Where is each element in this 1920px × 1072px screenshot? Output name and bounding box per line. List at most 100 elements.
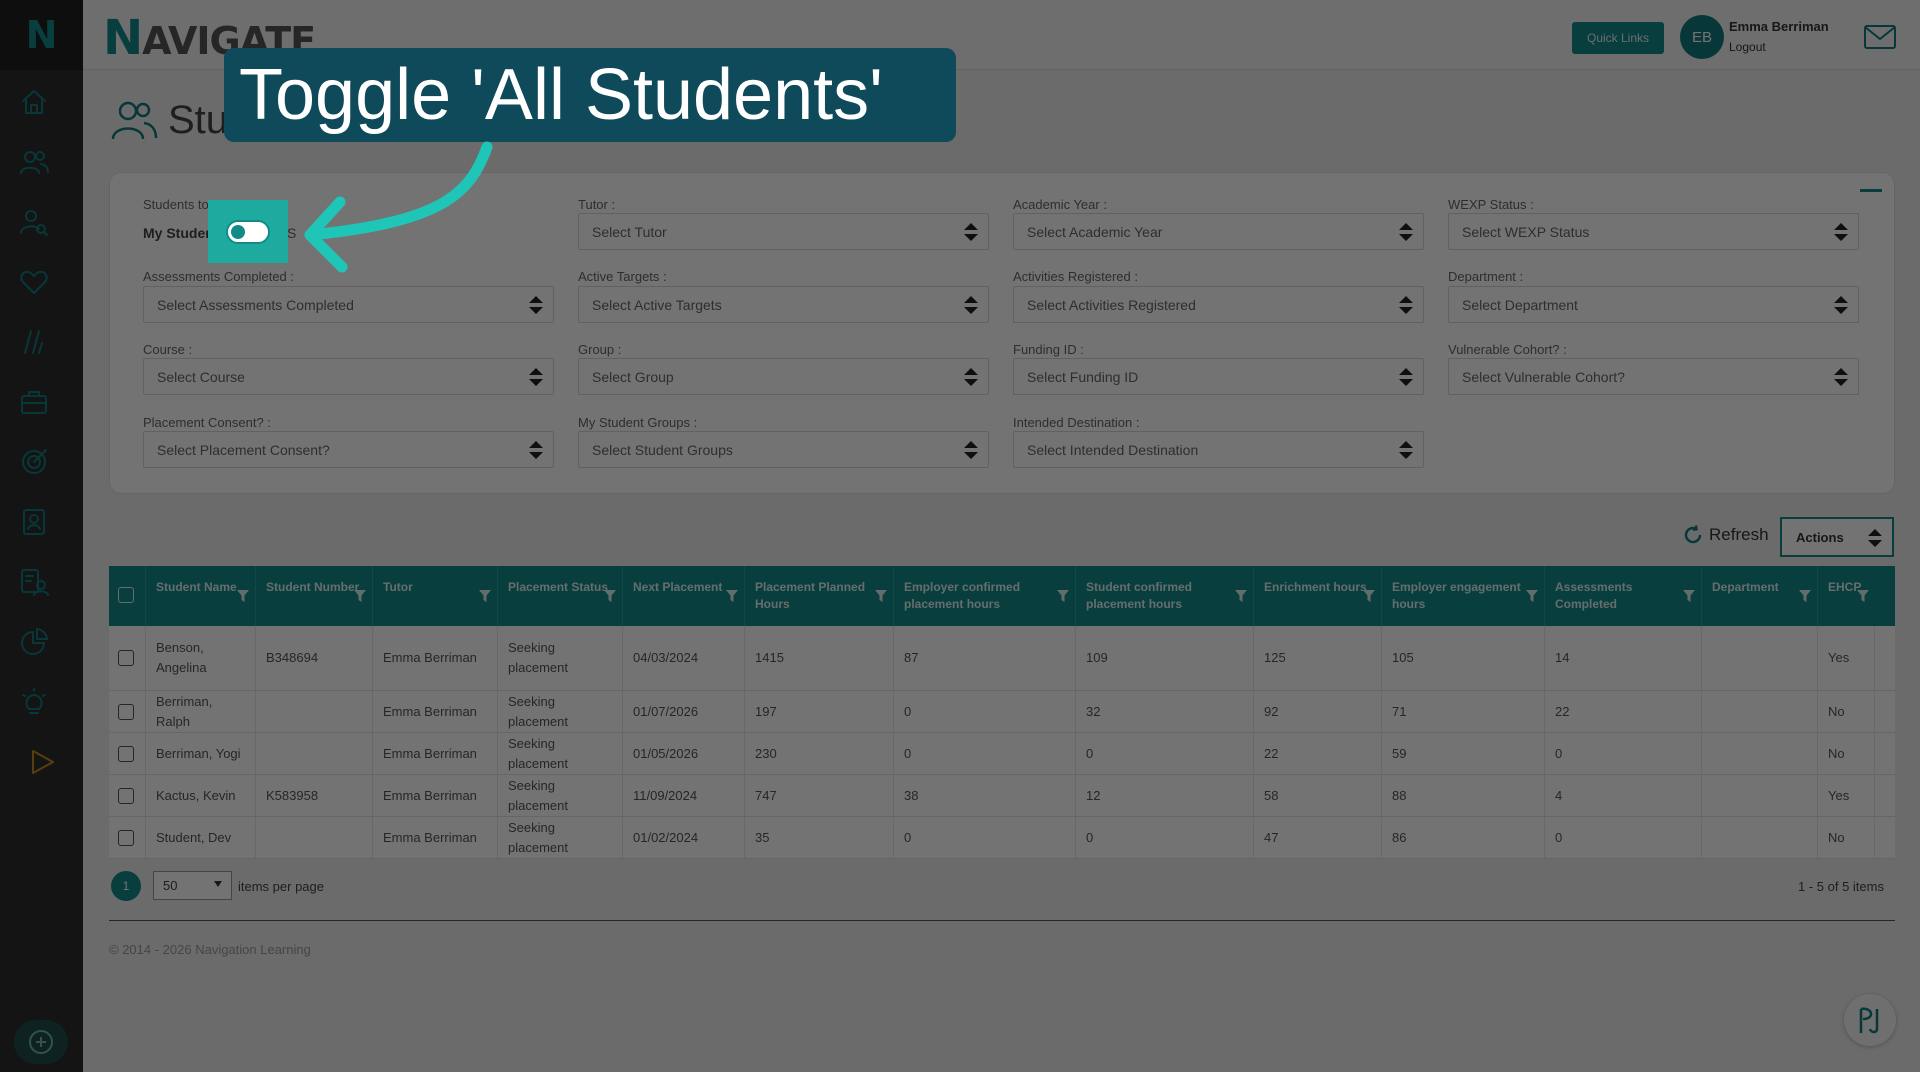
column-header-student-number[interactable]: Student Number — [256, 566, 373, 626]
column-header-tutor[interactable]: Tutor — [373, 566, 498, 626]
actions-button[interactable]: Actions — [1780, 517, 1894, 557]
filter-icon[interactable] — [1057, 590, 1069, 602]
filter-icon[interactable] — [1683, 590, 1695, 602]
caret-down-icon — [214, 881, 222, 887]
row-checkbox[interactable] — [118, 650, 134, 666]
cell-student-number — [256, 691, 373, 732]
slashes-icon[interactable] — [16, 324, 52, 360]
filter-icon[interactable] — [354, 590, 366, 602]
column-header-assessments-completed[interactable]: Assessments Completed — [1545, 566, 1702, 626]
table-row[interactable]: Benson, Angelina B348694 Emma Berriman Seek… — [109, 626, 1895, 691]
all-students-toggle[interactable] — [226, 219, 270, 244]
cell-next-placement: 01/02/2024 — [623, 817, 745, 858]
vulnerable-cohort-select[interactable]: Select Vulnerable Cohort? — [1448, 358, 1859, 395]
table-row[interactable]: Berriman, Yogi Emma Berriman Seeking place… — [109, 733, 1895, 775]
column-header-enrichment-hours[interactable]: Enrichment hours — [1254, 566, 1382, 626]
cell-enrichment-hours: 22 — [1254, 733, 1382, 774]
sidebar-logo[interactable]: N — [0, 0, 83, 70]
course-select-value: Select Course — [157, 369, 245, 385]
add-button[interactable] — [14, 1020, 68, 1064]
cell-placement-status: Seeking placement — [498, 626, 623, 690]
target-icon[interactable] — [16, 444, 52, 480]
academic-year-select[interactable]: Select Academic Year — [1013, 213, 1424, 250]
select-all-checkbox[interactable] — [118, 587, 134, 603]
intended-destination-select[interactable]: Select Intended Destination — [1013, 431, 1424, 468]
placement-consent-select[interactable]: Select Placement Consent? — [143, 431, 554, 468]
column-header-ehcp[interactable]: EHCP — [1818, 566, 1875, 626]
cell-department — [1702, 775, 1818, 816]
refresh-button[interactable]: Refresh — [1683, 525, 1769, 545]
filter-icon[interactable] — [1526, 590, 1538, 602]
column-header-employer-confirmed-placement-hours[interactable]: Employer confirmed placement hours — [894, 566, 1076, 626]
cell-student-confirmed-placement-hours: 109 — [1076, 626, 1254, 690]
users-icon[interactable] — [16, 144, 52, 180]
filter-icon[interactable] — [1235, 590, 1247, 602]
mail-icon[interactable] — [1863, 24, 1899, 52]
cell-placement-status: Seeking placement — [498, 691, 623, 732]
table-row[interactable]: Kactus, Kevin K583958 Emma Berriman Seeking… — [109, 775, 1895, 817]
student-groups-select[interactable]: Select Student Groups — [578, 431, 989, 468]
user-search-icon[interactable] — [16, 204, 52, 240]
collapse-panel-button[interactable] — [1860, 189, 1882, 192]
home-icon[interactable] — [16, 84, 52, 120]
row-checkbox[interactable] — [118, 829, 134, 846]
row-checkbox[interactable] — [118, 703, 134, 720]
row-checkbox[interactable] — [118, 787, 134, 804]
heart-icon[interactable] — [16, 264, 52, 300]
column-header-student-confirmed-placement-hours[interactable]: Student confirmed placement hours — [1076, 566, 1254, 626]
table-row[interactable]: Student, Dev Emma Berriman Seeking placeme… — [109, 817, 1895, 859]
wexp-status-select[interactable]: Select WEXP Status — [1448, 213, 1859, 250]
activities-registered-select[interactable]: Select Activities Registered — [1013, 286, 1424, 323]
actions-label: Actions — [1796, 529, 1844, 545]
cell-employer-engagement-hours: 71 — [1382, 691, 1545, 732]
page-button-current[interactable]: 1 — [111, 871, 141, 901]
department-select[interactable]: Select Department — [1448, 286, 1859, 323]
cell-employer-engagement-hours: 59 — [1382, 733, 1545, 774]
tutor-select[interactable]: Select Tutor — [578, 213, 989, 250]
assessments-completed-select[interactable]: Select Assessments Completed — [143, 286, 554, 323]
contact-card-icon[interactable] — [16, 504, 52, 540]
cell-tutor: Emma Berriman — [373, 691, 498, 732]
team-document-icon[interactable] — [16, 564, 52, 600]
play-icon[interactable] — [24, 744, 60, 780]
course-label: Course : — [143, 342, 193, 357]
column-header-department[interactable]: Department — [1702, 566, 1818, 626]
sort-arrows-icon — [1834, 223, 1848, 241]
select-all-cell — [109, 566, 146, 626]
logout-link[interactable]: Logout — [1729, 40, 1766, 54]
group-select[interactable]: Select Group — [578, 358, 989, 395]
column-header-student-name[interactable]: Student Name — [146, 566, 256, 626]
items-per-page-select[interactable]: 50 — [153, 871, 232, 900]
cell-student-confirmed-placement-hours: 0 — [1076, 733, 1254, 774]
table-row[interactable]: Berriman, Ralph Emma Berriman Seeking plac… — [109, 691, 1895, 733]
cell-student-number — [256, 817, 373, 858]
filter-icon[interactable] — [726, 590, 738, 602]
filter-icon[interactable] — [1363, 590, 1375, 602]
quick-links-button[interactable]: Quick Links — [1572, 22, 1664, 54]
funding-id-select[interactable]: Select Funding ID — [1013, 358, 1424, 395]
filter-icon[interactable] — [875, 590, 887, 602]
column-header-placement-status[interactable]: Placement Status — [498, 566, 623, 626]
row-checkbox[interactable] — [118, 745, 134, 762]
row-select-cell — [109, 775, 146, 816]
course-select[interactable]: Select Course — [143, 358, 554, 395]
briefcase-icon[interactable] — [16, 384, 52, 420]
cell-placement-planned-hours: 1415 — [745, 626, 894, 690]
filter-icon[interactable] — [479, 590, 491, 602]
vulnerable-cohort-label: Vulnerable Cohort? : — [1448, 342, 1567, 357]
filter-icon[interactable] — [604, 590, 616, 602]
column-header-employer-engagement-hours[interactable]: Employer engagement hours — [1382, 566, 1545, 626]
column-header-placement-planned-hours[interactable]: Placement Planned Hours — [745, 566, 894, 626]
active-targets-select[interactable]: Select Active Targets — [578, 286, 989, 323]
help-widget-button[interactable] — [1844, 994, 1896, 1046]
copyright: © 2014 - 2026 Navigation Learning — [109, 942, 311, 957]
tutorial-callout: Toggle 'All Students' — [224, 48, 956, 142]
filter-icon[interactable] — [1857, 590, 1869, 602]
pointer-arrow-icon — [280, 130, 500, 290]
pie-chart-icon[interactable] — [16, 624, 52, 660]
lightbulb-icon[interactable] — [16, 684, 52, 720]
filter-icon[interactable] — [1799, 590, 1811, 602]
column-header-next-placement[interactable]: Next Placement — [623, 566, 745, 626]
avatar[interactable]: EB — [1680, 15, 1724, 59]
filter-icon[interactable] — [237, 590, 249, 602]
